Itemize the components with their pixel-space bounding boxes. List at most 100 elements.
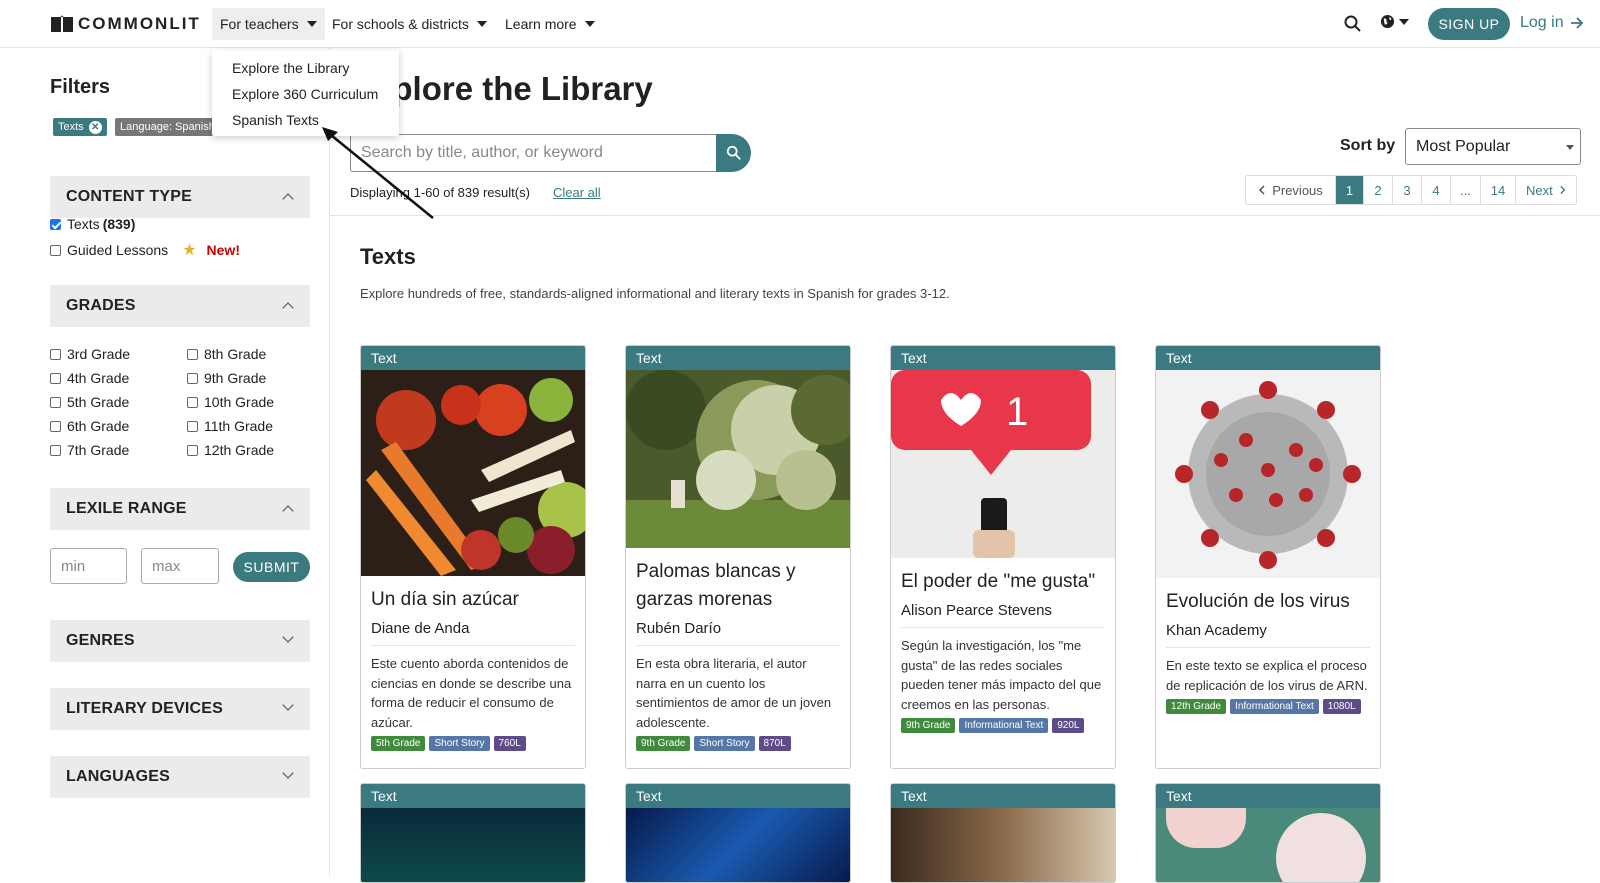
pager-next[interactable]: Next <box>1516 176 1576 204</box>
pager-page-4[interactable]: 4 <box>1422 176 1451 204</box>
section-heading: LANGUAGES <box>66 768 171 785</box>
checkbox-12th-grade[interactable]: 12th Grade <box>187 442 274 458</box>
lexile-min-input[interactable]: min <box>50 548 127 584</box>
lexile-range-header[interactable]: LEXILE RANGE <box>50 488 310 530</box>
nav-for-schools[interactable]: For schools & districts <box>324 8 495 40</box>
literary-devices-header[interactable]: LITERARY DEVICES <box>50 688 310 730</box>
lexile-max-input[interactable]: max <box>141 548 219 584</box>
card-description: Este cuento aborda contenidos de ciencia… <box>371 656 572 730</box>
checkbox-box[interactable] <box>50 218 61 230</box>
languages-header[interactable]: LANGUAGES <box>50 756 310 798</box>
text-card[interactable]: Text Un día sin azúcar Diane de Anda Est… <box>360 345 586 769</box>
checkbox-10th-grade[interactable]: 10th Grade <box>187 394 274 410</box>
checkbox-11th-grade[interactable]: 11th Grade <box>187 418 273 434</box>
grades-header[interactable]: GRADES <box>50 285 310 327</box>
chevron-up-icon <box>282 302 294 314</box>
pager-page-14[interactable]: 14 <box>1481 176 1516 204</box>
pager-page-3[interactable]: 3 <box>1393 176 1422 204</box>
lexile-submit-button[interactable]: SUBMIT <box>233 552 310 582</box>
checkbox-box[interactable] <box>187 372 198 384</box>
genre-badge: Short Story <box>429 736 490 751</box>
nav-for-teachers[interactable]: For teachers <box>212 8 325 40</box>
pager-previous[interactable]: Previous <box>1246 176 1336 204</box>
checkbox-5th-grade[interactable]: 5th Grade <box>50 394 129 410</box>
sort-by-label: Sort by <box>1340 137 1396 154</box>
teachers-dropdown-menu: Explore the Library Explore 360 Curricul… <box>212 50 399 136</box>
chevron-left-icon <box>1259 185 1265 195</box>
card-author: Rubén Darío <box>636 620 840 646</box>
content-type-header[interactable]: CONTENT TYPE <box>50 176 310 218</box>
grade-badge: 12th Grade <box>1166 699 1227 714</box>
checkbox-box[interactable] <box>50 348 61 360</box>
checkbox-label: 4th Grade <box>67 370 130 386</box>
checkbox-4th-grade[interactable]: 4th Grade <box>50 370 129 386</box>
language-selector[interactable] <box>1380 14 1409 29</box>
close-icon[interactable]: ✕ <box>88 120 102 134</box>
card-type-tag: Text <box>361 346 585 370</box>
menu-item-explore-library[interactable]: Explore the Library <box>212 58 399 84</box>
pager-page-1[interactable]: 1 <box>1336 176 1364 204</box>
text-card[interactable]: Text 1 El poder de "me gusta" Alison Pea… <box>890 345 1116 769</box>
checkbox-9th-grade[interactable]: 9th Grade <box>187 370 266 386</box>
checkbox-box[interactable] <box>187 348 198 360</box>
section-heading: LITERARY DEVICES <box>66 700 224 717</box>
checkbox-box[interactable] <box>187 396 198 408</box>
search-icon <box>726 145 741 160</box>
sort-select[interactable]: Most Popular <box>1405 128 1581 165</box>
checkbox-6th-grade[interactable]: 6th Grade <box>50 418 129 434</box>
search-icon[interactable] <box>1344 15 1362 33</box>
checkbox-box[interactable] <box>187 420 198 432</box>
text-card[interactable]: Text <box>890 783 1116 883</box>
checkbox-3rd-grade[interactable]: 3rd Grade <box>50 346 130 362</box>
section-heading: GRADES <box>66 297 136 314</box>
checkbox-box[interactable] <box>50 396 61 408</box>
text-card[interactable]: Text Palomas blancas y garzas morenas Ru… <box>625 345 851 769</box>
caret-down-icon <box>1566 145 1574 150</box>
card-title[interactable]: Palomas blancas y garzas morenas <box>626 558 850 614</box>
card-type-tag: Text <box>361 784 585 808</box>
card-image <box>361 808 585 882</box>
checkbox-box[interactable] <box>50 420 61 432</box>
checkbox-guided-lessons[interactable]: Guided Lessons ★ New! <box>50 240 240 260</box>
card-title[interactable]: Un día sin azúcar <box>361 586 585 614</box>
checkbox-box[interactable] <box>50 372 61 384</box>
checkbox-7th-grade[interactable]: 7th Grade <box>50 442 129 458</box>
checkbox-box[interactable] <box>187 444 198 456</box>
card-author: Khan Academy <box>1166 622 1370 648</box>
genres-header[interactable]: GENRES <box>50 620 310 662</box>
grade-badge: 9th Grade <box>636 736 691 751</box>
checkbox-box[interactable] <box>50 444 61 456</box>
sign-up-button[interactable]: SIGN UP <box>1428 8 1510 40</box>
section-heading: GENRES <box>66 632 135 649</box>
text-card[interactable]: Text <box>360 783 586 883</box>
filter-chip-texts[interactable]: Texts ✕ <box>53 118 107 136</box>
log-in-label: Log in <box>1520 14 1564 31</box>
section-heading: CONTENT TYPE <box>66 188 192 205</box>
nav-learn-more[interactable]: Learn more <box>497 8 603 40</box>
svg-text:1: 1 <box>1006 390 1028 434</box>
section-heading: LEXILE RANGE <box>66 500 187 517</box>
sort-value: Most Popular <box>1416 137 1511 155</box>
menu-item-explore-360[interactable]: Explore 360 Curriculum <box>212 84 399 110</box>
search-button[interactable] <box>716 134 751 172</box>
card-type-tag: Text <box>1156 346 1380 370</box>
checkbox-texts[interactable]: Texts (839) <box>50 216 135 232</box>
chevron-down-icon <box>282 699 294 711</box>
card-title[interactable]: Evolución de los virus <box>1156 588 1380 616</box>
text-card[interactable]: Text <box>625 783 851 883</box>
pager-page-2[interactable]: 2 <box>1364 176 1393 204</box>
log-in-link[interactable]: Log in <box>1520 14 1584 32</box>
card-title[interactable]: El poder de "me gusta" <box>891 568 1115 596</box>
text-card[interactable]: Text Evolución de los virus Khan Academy… <box>1155 345 1381 769</box>
section-description: Explore hundreds of free, standards-alig… <box>360 286 950 301</box>
checkbox-box[interactable] <box>50 244 61 256</box>
star-icon: ★ <box>182 242 197 259</box>
checkbox-label: 10th Grade <box>204 394 275 410</box>
commonlit-logo[interactable]: COMMONLIT <box>50 14 201 34</box>
checkbox-8th-grade[interactable]: 8th Grade <box>187 346 266 362</box>
text-card[interactable]: Text <box>1155 783 1381 883</box>
checkbox-label: 5th Grade <box>67 394 130 410</box>
chip-label: Language: Spanish <box>120 121 215 133</box>
clear-all-link[interactable]: Clear all <box>553 185 601 200</box>
card-image <box>891 808 1115 882</box>
